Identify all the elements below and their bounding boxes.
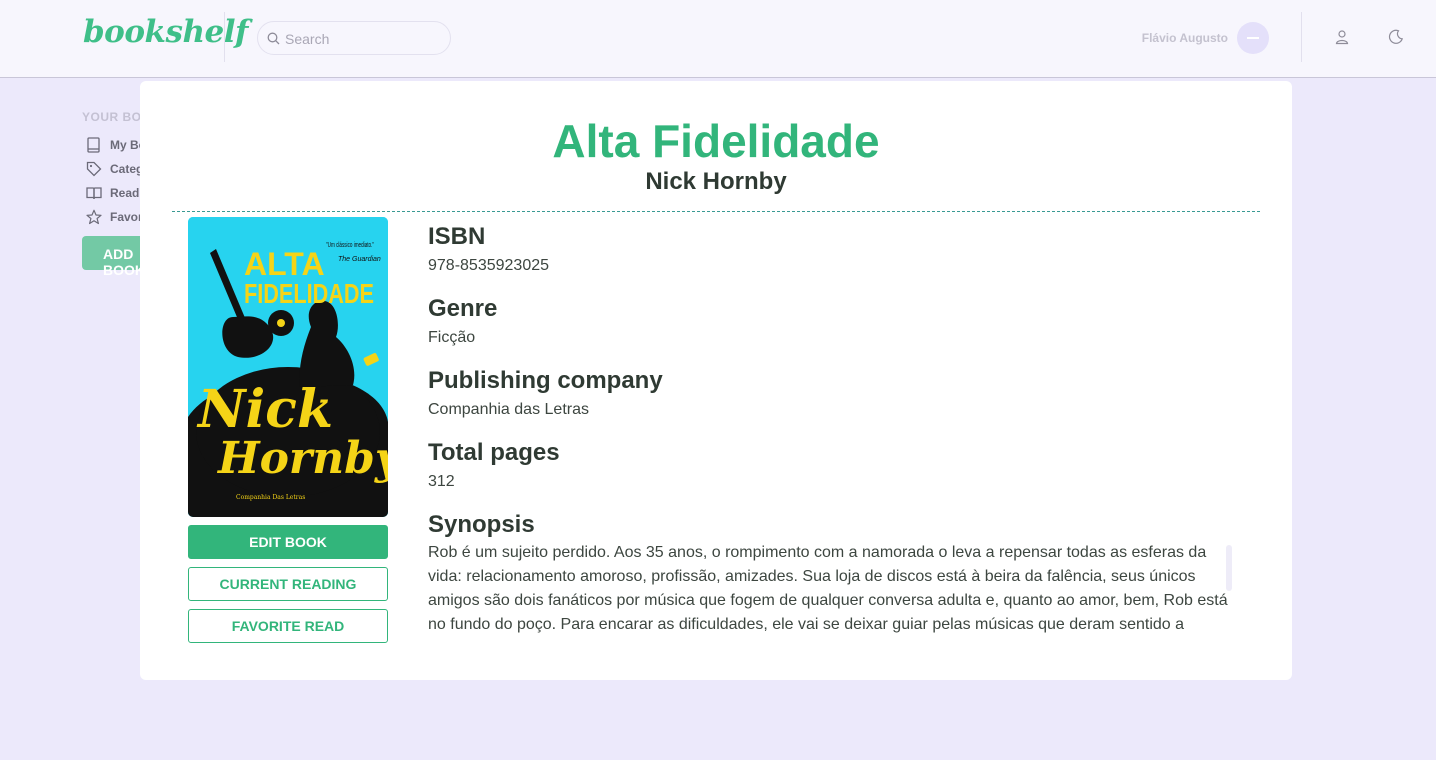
search-box[interactable] <box>257 21 451 55</box>
synopsis-scrollbar[interactable] <box>1226 545 1232 591</box>
edit-book-button[interactable]: EDIT BOOK <box>188 525 388 559</box>
book-title: Alta Fidelidade <box>552 115 880 167</box>
open-book-icon <box>86 187 102 200</box>
genre-label: Genre <box>428 295 498 322</box>
cover-title-line2: FIDELIDADE <box>244 278 374 309</box>
cover-title-line1: ALTA <box>244 246 325 282</box>
synopsis-label: Synopsis <box>428 511 535 538</box>
pages-value: 312 <box>428 473 455 490</box>
publisher-label: Publishing company <box>428 367 663 394</box>
book-author: Nick Hornby <box>645 168 787 195</box>
moon-icon[interactable] <box>1388 29 1404 45</box>
search-icon <box>267 32 280 45</box>
pages-label: Total pages <box>428 439 560 466</box>
cover-author-line2: Hornby <box>216 433 388 484</box>
current-reading-button[interactable]: CURRENT READING <box>188 567 388 601</box>
app-header: bookshelf Flávio Augusto <box>0 0 1436 78</box>
cover-quote: "Um clássico imediato." <box>326 242 374 249</box>
cover-publisher: Companhia Das Letras <box>236 494 305 501</box>
book-cover: ALTA FIDELIDADE "Um clássico imediato." … <box>188 217 388 517</box>
isbn-label: ISBN <box>428 223 486 250</box>
book-details-modal: Alta Fidelidade Nick Hornby ALTA FIDELID… <box>140 81 1292 680</box>
cover-author-line1: Nick <box>196 379 333 440</box>
publisher-value: Companhia das Letras <box>428 401 589 418</box>
header-divider <box>224 12 225 62</box>
book-cover-art: ALTA FIDELIDADE "Um clássico imediato." … <box>188 217 388 517</box>
favorite-read-button[interactable]: FAVORITE READ <box>188 609 388 643</box>
header-divider <box>1301 12 1302 62</box>
tag-icon <box>86 161 102 177</box>
search-input[interactable] <box>285 29 440 49</box>
user-name: Flávio Augusto <box>1141 31 1228 45</box>
synopsis-text[interactable]: Rob é um sujeito perdido. Aos 35 anos, o… <box>428 541 1228 641</box>
isbn-value: 978-8535923025 <box>428 257 550 274</box>
user-icon[interactable] <box>1334 29 1350 45</box>
book-icon <box>87 137 100 153</box>
divider <box>172 211 1260 212</box>
genre-value: Ficção <box>428 329 476 346</box>
cover-quote-source: The Guardian <box>338 256 381 263</box>
star-icon <box>86 209 102 225</box>
avatar[interactable] <box>1237 22 1269 54</box>
